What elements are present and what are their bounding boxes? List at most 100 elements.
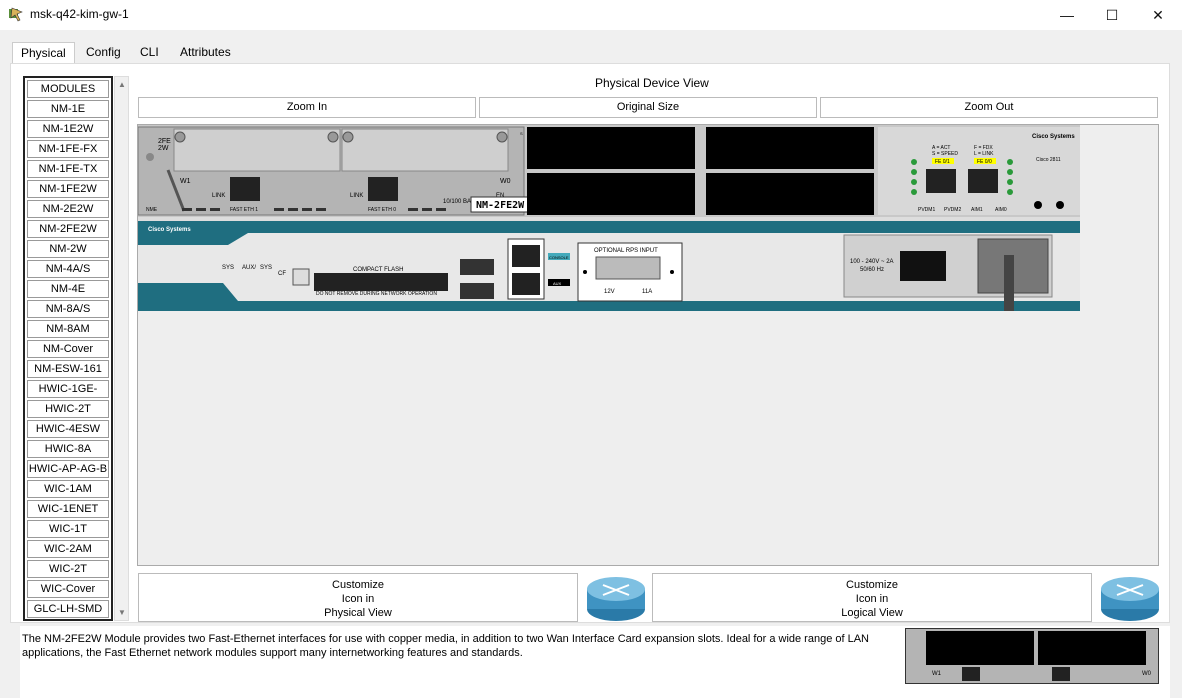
svg-text:SYS: SYS xyxy=(222,265,234,271)
tab-physical[interactable]: Physical xyxy=(12,42,75,66)
device-view-canvas[interactable]: 2FE 2W W1 W0 LINK LINK FAST ETH 1 FAST E… xyxy=(137,124,1159,566)
fe-0-0-port[interactable] xyxy=(968,169,998,193)
module-item-wic-1t[interactable]: WIC-1T xyxy=(27,520,109,538)
module-item-glc-lh-smd[interactable]: GLC-LH-SMD xyxy=(27,600,109,618)
customize-logical-label: Customize Icon in Logical View xyxy=(841,579,903,619)
svg-text:CONSOLE: CONSOLE xyxy=(549,255,569,260)
module-item-nm-8am[interactable]: NM-8AM xyxy=(27,320,109,338)
module-item-nm-1fe-fx[interactable]: NM-1FE-FX xyxy=(27,140,109,158)
aux-port[interactable] xyxy=(512,273,540,295)
svg-text:W1: W1 xyxy=(932,671,942,677)
svg-text:PVDM1: PVDM1 xyxy=(918,207,935,213)
module-thumbnail: W1 W0 xyxy=(905,628,1159,684)
compact-flash-slot[interactable] xyxy=(314,273,448,291)
usb-0-port[interactable] xyxy=(460,283,494,299)
module-item-nm-4a-s[interactable]: NM-4A/S xyxy=(27,260,109,278)
window-title: msk-q42-kim-gw-1 xyxy=(30,7,129,21)
tab-attributes[interactable]: Attributes xyxy=(172,42,239,64)
label-2fe2w: 2FE xyxy=(158,138,171,145)
svg-text:FE 0/1: FE 0/1 xyxy=(935,159,950,165)
fast-eth-0-port[interactable] xyxy=(368,177,398,201)
module-item-nm-2w[interactable]: NM-2W xyxy=(27,240,109,258)
modules-list: MODULES NM-1E NM-1E2W NM-1FE-FX NM-1FE-TX NM… xyxy=(23,76,113,621)
module-item-nm-8a-s[interactable]: NM-8A/S xyxy=(27,300,109,318)
customize-logical-button[interactable]: Customize Icon in Logical View xyxy=(652,573,1092,622)
svg-text:SYS: SYS xyxy=(260,265,272,271)
zoom-out-button[interactable]: Zoom Out xyxy=(820,97,1158,118)
svg-text:FAST ETH 1: FAST ETH 1 xyxy=(230,207,258,213)
tab-cli[interactable]: CLI xyxy=(132,42,167,64)
maximize-button[interactable]: ☐ xyxy=(1089,0,1135,30)
router-chassis-graphic: 2FE 2W W1 W0 LINK LINK FAST ETH 1 FAST E… xyxy=(138,125,1080,311)
slot-empty-3[interactable] xyxy=(527,173,695,215)
module-item-wic-2t[interactable]: WIC-2T xyxy=(27,560,109,578)
svg-text:2W: 2W xyxy=(158,145,169,152)
module-item-nm-4e[interactable]: NM-4E xyxy=(27,280,109,298)
physical-device-view-title: Physical Device View xyxy=(595,76,709,90)
module-item-nm-1e2w[interactable]: NM-1E2W xyxy=(27,120,109,138)
minimize-button[interactable]: — xyxy=(1044,0,1090,30)
tab-config[interactable]: Config xyxy=(78,42,129,64)
wic-slot-w1[interactable] xyxy=(173,128,341,172)
module-item-hwic-4esw[interactable]: HWIC-4ESW xyxy=(27,420,109,438)
svg-text:FE 0/0: FE 0/0 xyxy=(977,159,992,165)
power-switch[interactable] xyxy=(900,251,946,281)
module-tooltip: NM-2FE2W xyxy=(476,200,525,211)
module-item-nm-1fe-tx[interactable]: NM-1FE-TX xyxy=(27,160,109,178)
customize-physical-label: Customize Icon in Physical View xyxy=(324,579,392,619)
module-item-nm-2e2w[interactable]: NM-2E2W xyxy=(27,200,109,218)
customize-physical-button[interactable]: Customize Icon in Physical View xyxy=(138,573,578,622)
svg-text:100 - 240V ~ 2A: 100 - 240V ~ 2A xyxy=(850,259,894,265)
modules-scrollbar[interactable]: ▲ ▼ xyxy=(114,76,129,621)
cisco-systems-logo: Cisco Systems xyxy=(1032,134,1075,140)
module-item-wic-1enet[interactable]: WIC-1ENET xyxy=(27,500,109,518)
module-item-wic-1am[interactable]: WIC-1AM xyxy=(27,480,109,498)
svg-text:11A: 11A xyxy=(642,289,652,295)
module-item-nm-esw-161[interactable]: NM-ESW-161 xyxy=(27,360,109,378)
module-item-nm-cover[interactable]: NM-Cover xyxy=(27,340,109,358)
module-item-hwic-8a[interactable]: HWIC-8A xyxy=(27,440,109,458)
slot-empty-2[interactable] xyxy=(706,127,874,169)
svg-text:Cisco Systems: Cisco Systems xyxy=(148,227,191,233)
minimize-icon: — xyxy=(1060,7,1074,23)
module-item-hwic-1ge-sfp[interactable]: HWIC-1GE-SFP xyxy=(27,380,109,411)
scroll-down-icon[interactable]: ▼ xyxy=(118,608,126,617)
fe-0-1-port[interactable] xyxy=(926,169,956,193)
slot-empty-4[interactable] xyxy=(706,173,874,215)
slot-empty-1[interactable] xyxy=(527,127,695,169)
svg-text:COMPACT FLASH: COMPACT FLASH xyxy=(353,267,403,273)
svg-text:S: S xyxy=(520,131,523,136)
svg-text:LINK: LINK xyxy=(212,193,225,199)
close-button[interactable]: ✕ xyxy=(1135,0,1181,30)
label-w1: W1 xyxy=(180,178,191,185)
svg-text:PVDM2: PVDM2 xyxy=(944,207,961,213)
wic-slot-w0[interactable] xyxy=(341,128,509,172)
svg-text:FAST ETH 0: FAST ETH 0 xyxy=(368,207,396,213)
svg-text:AIM1: AIM1 xyxy=(971,207,983,213)
svg-text:CF: CF xyxy=(278,271,286,277)
module-item-hwic-ap-ag-b[interactable]: HWIC-AP-AG-B xyxy=(27,460,109,478)
module-item-hwic-2t[interactable]: HWIC-2T xyxy=(27,400,109,418)
svg-text:50/60 Hz: 50/60 Hz xyxy=(860,267,884,273)
module-item-nm-2fe2w[interactable]: NM-2FE2W xyxy=(27,220,109,238)
module-item-nm-1fe2w[interactable]: NM-1FE2W xyxy=(27,180,109,198)
label-w0: W0 xyxy=(500,178,511,185)
module-item-nm-1e[interactable]: NM-1E xyxy=(27,100,109,118)
svg-text:L = LINK: L = LINK xyxy=(974,151,994,157)
router-icon-physical xyxy=(587,577,645,621)
svg-text:AUX: AUX xyxy=(553,281,562,286)
svg-text:S = SPEED: S = SPEED xyxy=(932,151,958,157)
svg-text:LINK: LINK xyxy=(350,193,363,199)
packet-tracer-app-icon xyxy=(9,7,23,22)
zoom-in-button[interactable]: Zoom In xyxy=(138,97,476,118)
svg-text:NME: NME xyxy=(146,207,158,213)
scroll-up-icon[interactable]: ▲ xyxy=(118,80,126,89)
fast-eth-1-port[interactable] xyxy=(230,177,260,201)
module-item-wic-cover[interactable]: WIC-Cover xyxy=(27,580,109,598)
usb-1-port[interactable] xyxy=(460,259,494,275)
svg-text:W0: W0 xyxy=(1142,671,1152,677)
module-item-wic-2am[interactable]: WIC-2AM xyxy=(27,540,109,558)
title-bar: msk-q42-kim-gw-1 — ☐ ✕ xyxy=(0,0,1182,30)
console-port[interactable] xyxy=(512,245,540,267)
original-size-button[interactable]: Original Size xyxy=(479,97,817,118)
